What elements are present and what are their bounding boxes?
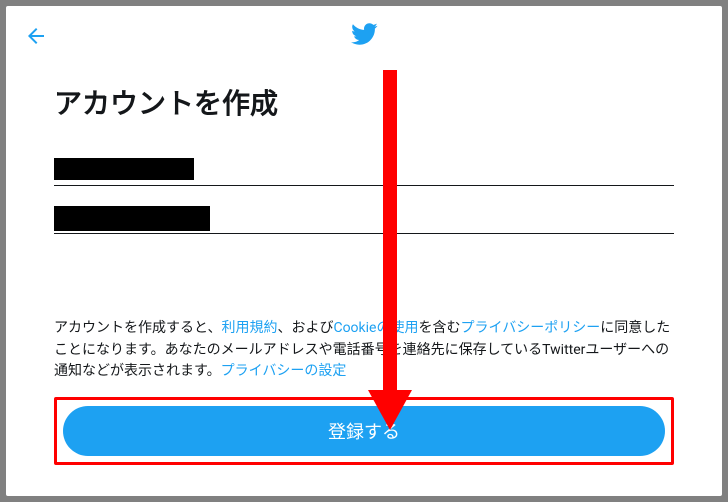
register-button-label: 登録する	[328, 418, 400, 444]
terms-sep2: を含む	[418, 320, 460, 336]
signup-modal: アカウントを作成 アカウントを作成すると、利用規約、およびCookieの使用を含…	[6, 6, 722, 496]
privacy-link[interactable]: プライバシーポリシー	[460, 320, 600, 336]
modal-header	[6, 6, 722, 62]
terms-prefix: アカウントを作成すると、	[54, 320, 221, 336]
name-input[interactable]	[54, 150, 674, 186]
annotation-highlight-box: 登録する	[54, 397, 674, 465]
twitter-bird-icon	[350, 20, 378, 48]
back-button[interactable]	[24, 24, 48, 52]
back-arrow-icon	[24, 24, 48, 48]
register-button[interactable]: 登録する	[63, 406, 665, 456]
modal-content: アカウントを作成 アカウントを作成すると、利用規約、およびCookieの使用を含…	[6, 62, 722, 383]
contact-field-group	[54, 198, 674, 234]
page-title: アカウントを作成	[54, 82, 674, 122]
redacted-name-value	[54, 158, 194, 180]
privacy-settings-link[interactable]: プライバシーの設定	[221, 363, 347, 379]
terms-sep1: 、および	[277, 320, 333, 336]
cookie-link[interactable]: Cookieの使用	[333, 320, 418, 336]
tos-link[interactable]: 利用規約	[221, 320, 277, 336]
contact-input[interactable]	[54, 198, 674, 234]
button-container: 登録する	[6, 397, 722, 465]
twitter-logo	[350, 20, 378, 48]
name-field-group	[54, 150, 674, 186]
redacted-contact-value	[54, 206, 210, 231]
terms-text: アカウントを作成すると、利用規約、およびCookieの使用を含むプライバシーポリ…	[54, 318, 674, 383]
